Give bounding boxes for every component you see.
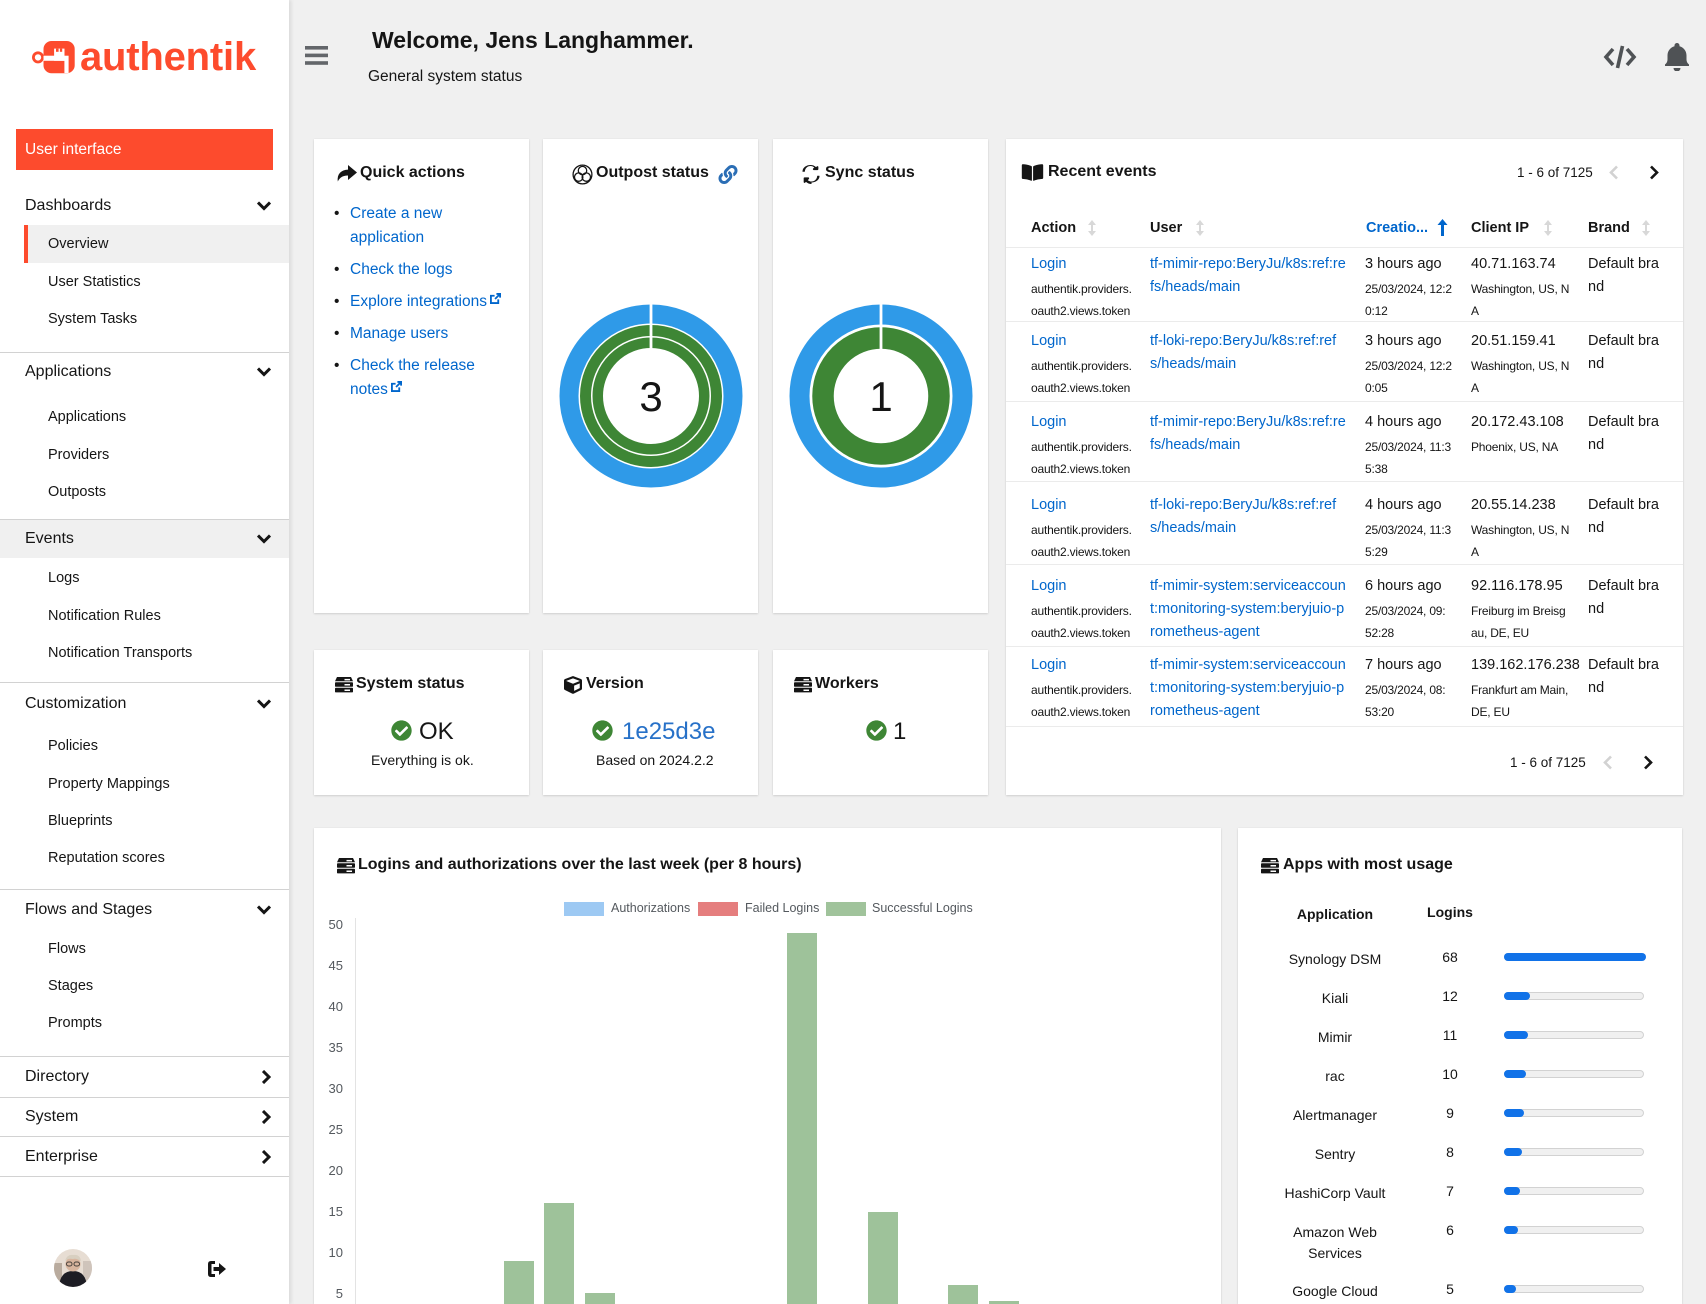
svg-text:3: 3	[639, 373, 662, 420]
svg-text:1: 1	[869, 373, 892, 420]
svg-text:authentik: authentik	[80, 38, 257, 78]
